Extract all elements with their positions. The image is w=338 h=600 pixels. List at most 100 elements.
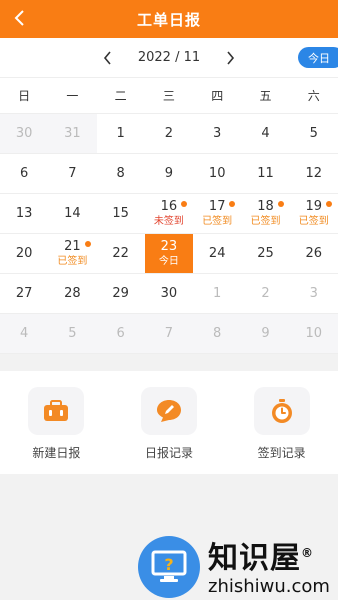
- calendar-day[interactable]: 18 已签到: [241, 194, 289, 233]
- calendar-day[interactable]: 1: [97, 114, 145, 153]
- calendar-day[interactable]: 16 未签到: [145, 194, 193, 233]
- calendar-day[interactable]: 9: [145, 154, 193, 193]
- day-number: 2: [164, 125, 174, 141]
- calendar-week-row: 30 31 1 2 3 4 5: [0, 114, 338, 154]
- next-month-button[interactable]: [218, 46, 242, 70]
- calendar-day[interactable]: 9: [241, 314, 290, 353]
- day-number: 31: [64, 125, 81, 141]
- calendar-day[interactable]: 30: [145, 274, 193, 313]
- day-number: 13: [15, 205, 33, 221]
- calendar-day[interactable]: 10: [193, 154, 241, 193]
- weekday-label: 五: [259, 89, 272, 103]
- calendar-day[interactable]: 25: [241, 234, 289, 273]
- calendar-day[interactable]: 27: [0, 274, 48, 313]
- day-number: 6: [19, 165, 29, 181]
- calendar-day[interactable]: 12: [290, 154, 338, 193]
- new-report-button[interactable]: 新建日报: [6, 387, 106, 474]
- action-tile: [28, 387, 85, 435]
- day-number: 9: [164, 165, 174, 181]
- checkin-records-button[interactable]: 签到记录: [232, 387, 332, 474]
- action-tile: [140, 387, 197, 435]
- header: 工单日报: [0, 0, 338, 38]
- weekday-label: 四: [211, 89, 224, 103]
- watermark-logo: ? 知识屋® zhishiwu.com: [138, 534, 338, 600]
- day-number: 7: [68, 165, 77, 181]
- prev-month-button[interactable]: [96, 46, 120, 70]
- weekday-label: 日: [18, 89, 31, 103]
- stopwatch-icon: [271, 399, 292, 423]
- calendar-day[interactable]: 26: [290, 234, 338, 273]
- calendar-day[interactable]: 11: [241, 154, 289, 193]
- calendar-day[interactable]: 13: [0, 194, 48, 233]
- calendar-day[interactable]: 8: [193, 314, 242, 353]
- calendar-day[interactable]: 7: [144, 314, 194, 353]
- calendar-day[interactable]: 2: [241, 274, 289, 313]
- calendar-day[interactable]: 3: [193, 114, 241, 153]
- chevron-left-icon: [103, 50, 111, 65]
- report-dot-indicator: [229, 201, 236, 207]
- svg-text:?: ?: [164, 555, 173, 574]
- calendar-day[interactable]: 14: [48, 194, 96, 233]
- day-number: 7: [164, 325, 174, 341]
- calendar-day-today[interactable]: 23 今日: [144, 234, 194, 273]
- action-tile: [253, 387, 310, 435]
- calendar-day[interactable]: 4: [0, 314, 49, 353]
- calendar-day[interactable]: 10: [289, 314, 338, 353]
- day-number: 29: [112, 285, 129, 301]
- calendar-week-row: 20 21 已签到 22 23 今日 24 25 26: [0, 234, 338, 274]
- calendar-day[interactable]: 21 已签到: [48, 234, 96, 273]
- action-label: 新建日报: [32, 446, 81, 460]
- day-number: 26: [305, 245, 322, 261]
- calendar-day[interactable]: 2: [145, 114, 193, 153]
- calendar-day[interactable]: 8: [97, 154, 145, 193]
- calendar-day[interactable]: 24: [193, 234, 241, 273]
- report-dot-indicator: [325, 201, 332, 207]
- calendar-day[interactable]: 15: [97, 194, 145, 233]
- month-bar: 2022 / 11 今日: [0, 38, 338, 77]
- calendar-week-row: 4 5 6 7 8 9 10: [0, 314, 338, 354]
- calendar-day[interactable]: 22: [97, 234, 145, 273]
- monitor-question-icon: ?: [138, 536, 200, 598]
- report-dot-indicator: [84, 241, 91, 247]
- calendar-day[interactable]: 31: [48, 114, 97, 153]
- calendar-day[interactable]: 6: [96, 314, 145, 353]
- report-records-button[interactable]: 日报记录: [119, 387, 219, 474]
- calendar-day[interactable]: 30: [0, 114, 49, 153]
- day-number: 24: [208, 245, 226, 261]
- calendar-day[interactable]: 6: [0, 154, 48, 193]
- calendar-day[interactable]: 20: [0, 234, 48, 273]
- calendar-day[interactable]: 4: [241, 114, 289, 153]
- page-title: 工单日报: [136, 10, 201, 29]
- day-number: 28: [64, 285, 81, 301]
- calendar-day[interactable]: 3: [290, 274, 338, 313]
- weekday-label: 三: [162, 89, 175, 103]
- calendar-day[interactable]: 5: [48, 314, 97, 353]
- watermark-text: 知识屋® zhishiwu.com: [208, 536, 330, 598]
- back-button[interactable]: [8, 6, 32, 30]
- calendar-week-row: 13 14 15 16 未签到 17 已签到 18 已签到 19 已签到: [0, 194, 338, 234]
- checkin-status: 已签到: [202, 216, 233, 227]
- calendar-day[interactable]: 5: [290, 114, 338, 153]
- calendar-week-row: 6 7 8 9 10 11 12: [0, 154, 338, 194]
- calendar-day[interactable]: 29: [97, 274, 145, 313]
- day-number: 21: [64, 239, 81, 254]
- day-number: 11: [257, 165, 274, 181]
- calendar-day[interactable]: 17 已签到: [193, 194, 241, 233]
- day-number: 5: [68, 325, 77, 341]
- calendar-day[interactable]: 19 已签到: [290, 194, 338, 233]
- calendar-day[interactable]: 1: [193, 274, 241, 313]
- day-number: 9: [261, 325, 270, 341]
- chevron-left-icon: [14, 10, 24, 26]
- chevron-right-icon: [227, 50, 235, 65]
- day-number: 1: [116, 125, 125, 141]
- day-number: 27: [15, 285, 33, 301]
- day-number: 4: [261, 125, 270, 141]
- month-label: 2022 / 11: [137, 50, 201, 65]
- calendar-day[interactable]: 28: [48, 274, 96, 313]
- today-button[interactable]: 今日: [298, 47, 338, 68]
- day-number: 30: [160, 285, 178, 301]
- day-number: 20: [15, 245, 33, 261]
- day-number: 15: [112, 205, 129, 221]
- calendar-day[interactable]: 7: [48, 154, 96, 193]
- weekday-label: 六: [307, 89, 320, 103]
